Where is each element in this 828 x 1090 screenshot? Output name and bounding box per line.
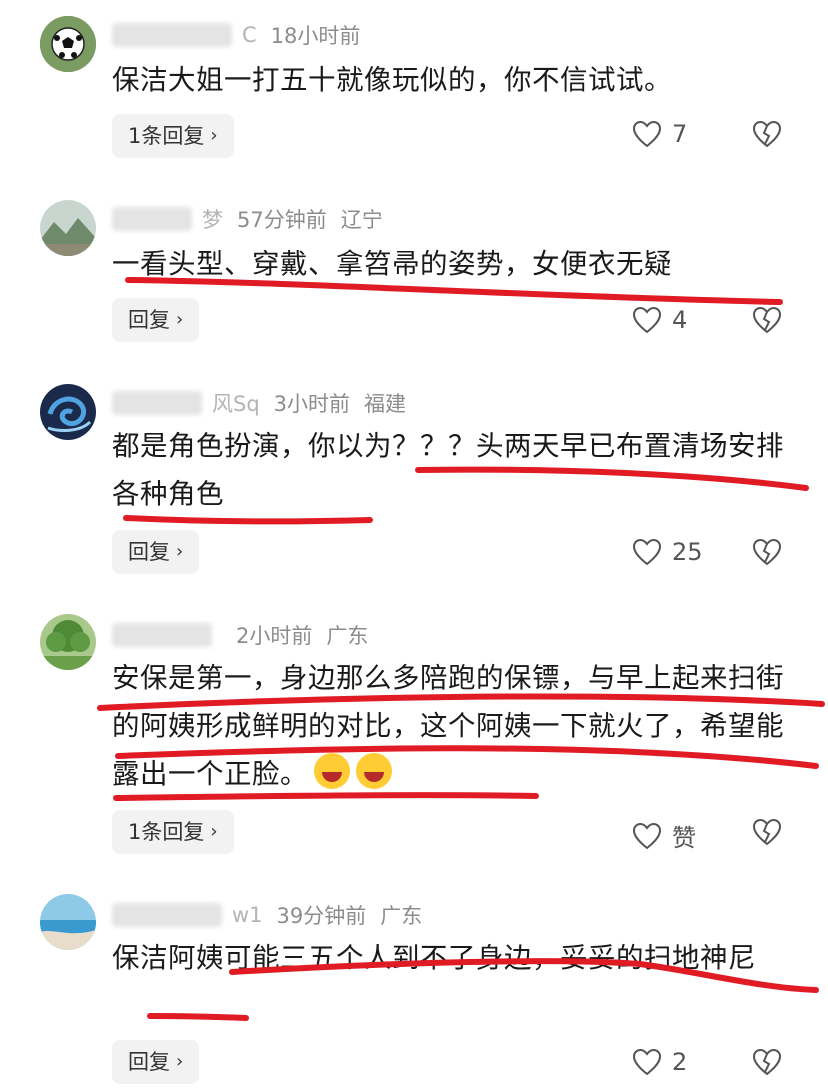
username[interactable]: w1 xyxy=(232,903,263,927)
username-redacted xyxy=(112,207,192,231)
username[interactable]: C xyxy=(242,23,257,47)
like-count: 2 xyxy=(672,1048,688,1076)
timestamp: 3小时前 xyxy=(273,392,351,416)
comment-text: 保洁阿姨可能三五个人到不了身边，妥妥的扫地神尼 xyxy=(112,942,756,974)
username-redacted xyxy=(112,23,232,47)
chevron-right-icon: › xyxy=(210,821,218,842)
comment-meta: C 18小时前 xyxy=(112,20,374,50)
dislike-button[interactable] xyxy=(752,538,782,570)
landscape-icon xyxy=(40,200,96,256)
timestamp: 2小时前 xyxy=(236,624,313,648)
user-avatar[interactable] xyxy=(40,894,96,950)
username-redacted xyxy=(112,623,212,647)
broken-heart-icon xyxy=(752,1048,782,1076)
user-avatar[interactable] xyxy=(40,200,96,256)
comment-text: 保洁大姐一打五十就像玩似的，你不信试试。 xyxy=(112,64,672,96)
dislike-button[interactable] xyxy=(752,120,782,152)
location: 广东 xyxy=(326,624,369,648)
reply-label: 回复 xyxy=(128,308,170,332)
reply-button[interactable]: 1条回复 › xyxy=(112,810,234,854)
reply-button[interactable]: 回复 › xyxy=(112,1040,200,1084)
soccer-ball-icon xyxy=(40,16,96,72)
chevron-right-icon: › xyxy=(176,309,184,330)
comment-text: 安保是第一，身边那么多陪跑的保镖，与早上起来扫街的阿姨形成鲜明的对比，这个阿姨一… xyxy=(112,654,788,798)
underline-stroke xyxy=(123,515,373,525)
comment-text: 一看头型、穿戴、拿笤帚的姿势，女便衣无疑 xyxy=(112,248,672,280)
heart-icon xyxy=(632,306,662,334)
timestamp: 39分钟前 xyxy=(276,904,367,928)
location: 广东 xyxy=(380,904,423,928)
broken-heart-icon xyxy=(752,120,782,148)
underline-stroke xyxy=(147,1013,249,1021)
location: 福建 xyxy=(364,392,407,416)
beach-icon xyxy=(40,894,96,950)
user-avatar[interactable] xyxy=(40,614,96,670)
reply-label: 1条回复 xyxy=(128,820,205,844)
like-button[interactable]: 7 xyxy=(632,120,687,148)
timestamp: 57分钟前 xyxy=(237,208,327,232)
username[interactable]: 梦 xyxy=(202,204,223,234)
grinning-emoji-icon xyxy=(356,753,392,789)
comment-meta: 梦 57分钟前 辽宁 xyxy=(112,204,383,234)
username[interactable]: 风Sq xyxy=(212,388,260,418)
like-button[interactable]: 25 xyxy=(632,538,703,566)
dislike-button[interactable] xyxy=(752,818,782,850)
like-button[interactable]: 4 xyxy=(632,306,687,334)
comment-meta: 风Sq 3小时前 福建 xyxy=(112,388,406,418)
like-count: 7 xyxy=(672,120,688,148)
blue-swirl-icon xyxy=(40,384,96,440)
heart-icon xyxy=(632,822,662,849)
location: 辽宁 xyxy=(340,208,383,232)
broken-heart-icon xyxy=(752,538,782,566)
dislike-button[interactable] xyxy=(752,306,782,338)
comment-text-body: 安保是第一，身边那么多陪跑的保镖，与早上起来扫街的阿姨形成鲜明的对比，这个阿姨一… xyxy=(112,662,784,790)
broken-heart-icon xyxy=(752,818,782,846)
heart-icon xyxy=(632,1048,662,1076)
heart-icon xyxy=(632,120,662,148)
like-button[interactable]: 2 xyxy=(632,1048,687,1076)
username-redacted xyxy=(112,903,222,927)
reply-button[interactable]: 1条回复 › xyxy=(112,114,234,158)
chevron-right-icon: › xyxy=(176,1051,184,1072)
reply-label: 回复 xyxy=(128,1050,170,1074)
reply-label: 回复 xyxy=(128,540,170,564)
reply-button[interactable]: 回复 › xyxy=(112,298,200,342)
green-tree-icon xyxy=(40,614,96,670)
like-count: 赞 xyxy=(672,824,696,852)
user-avatar[interactable] xyxy=(40,384,96,440)
comment-text: 都是角色扮演，你以为？？？头两天早已布置清场安排各种角色 xyxy=(112,430,784,510)
comment-meta: w1 39分钟前 广东 xyxy=(112,900,422,930)
comment-meta: 2小时前 广东 xyxy=(112,620,368,650)
like-count: 25 xyxy=(672,538,703,566)
chevron-right-icon: › xyxy=(210,125,218,146)
timestamp: 18小时前 xyxy=(270,24,361,48)
like-count: 4 xyxy=(672,306,688,334)
heart-icon xyxy=(632,538,662,566)
chevron-right-icon: › xyxy=(176,541,184,562)
broken-heart-icon xyxy=(752,306,782,334)
user-avatar[interactable] xyxy=(40,16,96,72)
like-button[interactable]: 赞 xyxy=(632,818,696,853)
reply-button[interactable]: 回复 › xyxy=(112,530,200,574)
dislike-button[interactable] xyxy=(752,1048,782,1080)
username-redacted xyxy=(112,391,202,415)
laughing-emoji-icon xyxy=(314,753,350,789)
reply-label: 1条回复 xyxy=(128,124,205,148)
